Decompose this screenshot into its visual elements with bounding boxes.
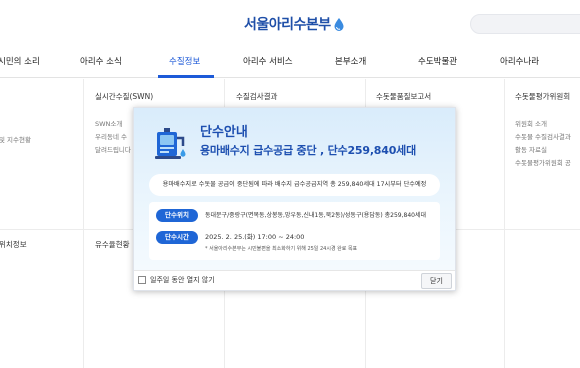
menu-head-revenue-water[interactable]: 유수율현황 — [95, 239, 130, 250]
outage-note: * 서울아리수본부는 시민불편을 최소화하기 위해 25일 24시경 완료 목표 — [205, 246, 358, 252]
popup-body: 단수안내 용마배수지 급수공급 중단 , 단수259,840세대 용마배수지로 … — [134, 108, 455, 270]
water-drop-icon — [334, 18, 344, 31]
menu-head-location[interactable]: 위치정보 — [0, 239, 27, 250]
search-input[interactable] — [470, 14, 580, 34]
popup-subtitle: 용마배수지 급수공급 중단 , 단수259,840세대 — [200, 144, 416, 157]
menu-divider — [504, 79, 505, 368]
nav-item-about[interactable]: 본부소개 — [335, 48, 366, 78]
popup-footer: 일주일 동안 열지 않기 닫기 — [134, 270, 455, 290]
menu-link-committee-archive[interactable]: 활동 자료실 — [515, 144, 547, 157]
menu-link-committee-results[interactable]: 수돗물 수질검사결과 — [515, 131, 571, 144]
nav-item-museum[interactable]: 수도박물관 — [418, 48, 457, 78]
menu-link-committee-more[interactable]: 수돗물평가위원회 공 — [515, 157, 571, 170]
menu-divider — [83, 79, 84, 368]
site-header: 서울아리수본부 — [0, 0, 580, 48]
nav-item-arisu-service[interactable]: 아리수 서비스 — [243, 48, 293, 78]
menu-link-committee-intro[interactable]: 위원회 소개 — [515, 118, 547, 131]
popup-detail-panel: 단수위치 동대문구/중랑구(면목동,상봉동,망우동,신내1동,묵2동)/성동구(… — [149, 202, 440, 260]
popup-title: 단수안내 — [200, 125, 248, 140]
nav-item-water-quality[interactable]: 수질정보 — [169, 48, 200, 78]
menu-head-inspection-results[interactable]: 수질검사결과 — [236, 91, 277, 102]
menu-head-realtime-quality[interactable]: 실시간수질(SWN) — [95, 91, 153, 102]
nav-item-arisu-news[interactable]: 아리수 소식 — [80, 48, 122, 78]
menu-link-partial[interactable]: 및 지수현황 — [0, 134, 31, 147]
close-button[interactable]: 닫기 — [421, 273, 452, 289]
main-navigation: 시민의 소리 아리수 소식 수질정보 아리수 서비스 본부소개 수도박물관 아리… — [0, 48, 580, 78]
outage-time: 2025. 2. 25.(화) 17:00 ~ 24:00 — [205, 233, 305, 241]
water-tank-icon — [155, 128, 186, 159]
dont-show-label[interactable]: 일주일 동안 열지 않기 — [150, 275, 215, 285]
time-tag: 단수시간 — [156, 231, 198, 244]
nav-item-arisu-nara[interactable]: 아리수나라 — [500, 48, 539, 78]
popup-summary: 용마배수지로 수돗물 공급이 중단됨에 따라 배수지 급수공급지역 총 259,… — [149, 174, 440, 196]
location-tag: 단수위치 — [156, 209, 198, 222]
active-tab-indicator — [158, 75, 214, 78]
menu-link-swn-intro[interactable]: SWN소개 — [95, 118, 122, 131]
menu-link-visit[interactable]: 달려드립니다 — [95, 144, 131, 157]
menu-head-committee[interactable]: 수돗물평가위원회 — [515, 91, 570, 102]
menu-link-neighborhood[interactable]: 우리동네 수 — [95, 131, 127, 144]
logo-text: 서울아리수본부 — [244, 17, 331, 33]
outage-location: 동대문구/중랑구(면목동,상봉동,망우동,신내1동,묵2동)/성동구(용답동) … — [205, 212, 426, 219]
menu-head-quality-report[interactable]: 수돗물품질보고서 — [376, 91, 431, 102]
dont-show-checkbox[interactable] — [138, 276, 146, 284]
site-logo[interactable]: 서울아리수본부 — [244, 13, 345, 35]
nav-item-citizen-voice[interactable]: 시민의 소리 — [0, 48, 40, 78]
water-outage-popup: 단수안내 용마배수지 급수공급 중단 , 단수259,840세대 용마배수지로 … — [133, 107, 456, 291]
